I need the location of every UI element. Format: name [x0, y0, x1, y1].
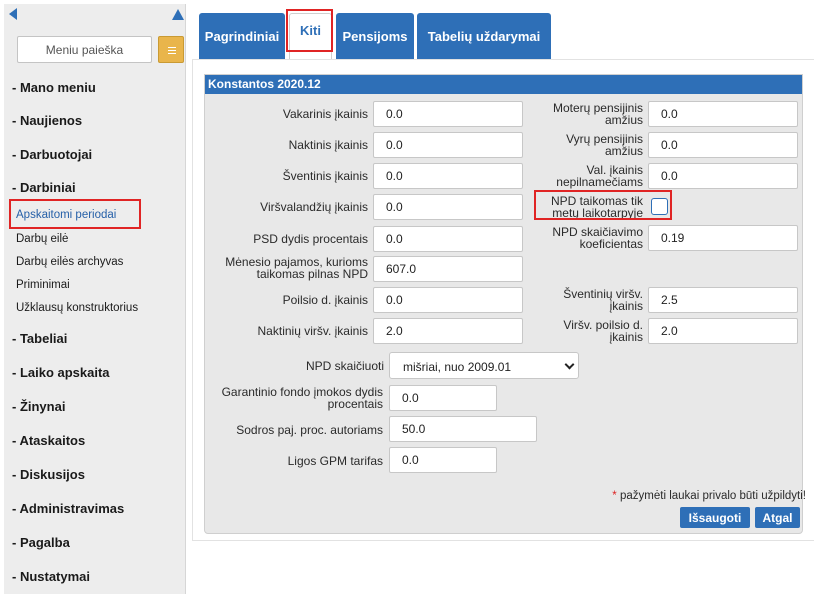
npd-taikomas-checkbox[interactable]: [651, 198, 668, 215]
sidebar-item-priminimai[interactable]: Priminimai: [16, 279, 70, 291]
field-label-vyru-pensijinis: Vyrų pensijinis amžius: [528, 133, 643, 157]
sventiniu-virsv-input[interactable]: [648, 287, 798, 313]
menu-list-button[interactable]: [158, 36, 184, 63]
field-label-npd-taikomas: NPD taikomas tik metų laikotarpyje: [528, 195, 643, 219]
save-button[interactable]: Išsaugoti: [680, 507, 750, 528]
sidebar-item-darbu-eile[interactable]: Darbų eilė: [16, 233, 68, 245]
label-line: amžius: [604, 144, 643, 158]
label-line: procentais: [327, 397, 383, 411]
panel-title: Konstantos 2020.12: [205, 75, 802, 94]
field-label-ligos-gpm: Ligos GPM tarifas: [287, 454, 383, 468]
tab-pensijoms[interactable]: Pensijoms: [336, 13, 414, 59]
field-label-psd: PSD dydis procentais: [253, 232, 368, 246]
sidebar-item-pagalba[interactable]: - Pagalba: [12, 535, 70, 550]
sidebar-nav: - Mano meniu - Naujienos - Darbuotojai -…: [4, 70, 186, 594]
sidebar-item-ataskaitos[interactable]: - Ataskaitos: [12, 433, 85, 448]
sidebar-item-darbuotojai[interactable]: - Darbuotojai: [12, 147, 92, 162]
label-line: metų laikotarpyje: [552, 206, 643, 220]
tab-tabeliu-uzdarymai[interactable]: Tabelių uždarymai: [417, 13, 551, 59]
field-label-val-ikainis: Val. įkainis nepilnamečiams: [528, 164, 643, 188]
field-label-npd-koeficientas: NPD skaičiavimo koeficientas: [528, 226, 643, 250]
ligos-gpm-input[interactable]: [389, 447, 497, 473]
list-icon-bar: [168, 53, 176, 54]
field-label-garantinio-fondo: Garantinio fondo įmokos dydis procentais: [200, 386, 383, 410]
tab-kiti[interactable]: Kiti: [289, 13, 332, 59]
tab-pagrindiniai[interactable]: Pagrindiniai: [199, 13, 285, 59]
required-star: *: [612, 490, 617, 502]
sidebar-header: [4, 4, 186, 70]
field-label-moteru-pensijinis: Moterų pensijinis amžius: [528, 102, 643, 126]
label-line: įkainis: [609, 299, 643, 313]
field-label-npd-skaiciuoti: NPD skaičiuoti: [305, 359, 384, 373]
label-line: koeficientas: [579, 237, 643, 251]
sidebar-item-tabeliai[interactable]: - Tabeliai: [12, 331, 67, 346]
field-label-virsv-poilsio: Viršv. poilsio d. įkainis: [528, 319, 643, 343]
garantinio-fondo-input[interactable]: [389, 385, 497, 411]
sidebar-item-darbu-eiles-archyvas[interactable]: Darbų eilės archyvas: [16, 256, 123, 268]
label-line: taikomas pilnas NPD: [256, 267, 368, 281]
sidebar-item-uzklausu-konstruktorius[interactable]: Užklausų konstruktorius: [16, 302, 138, 314]
collapse-left-icon[interactable]: [9, 8, 17, 20]
sidebar-item-laiko-apskaita[interactable]: - Laiko apskaita: [12, 365, 110, 380]
label-line: amžius: [604, 113, 643, 127]
poilsio-ikainis-input[interactable]: [373, 287, 523, 313]
npd-skaiciuoti-value: mišriai, nuo 2009.01: [403, 360, 512, 374]
menu-search-input[interactable]: [17, 36, 152, 63]
sidebar-item-zinynai[interactable]: - Žinynai: [12, 399, 65, 414]
sidebar-item-administravimas[interactable]: - Administravimas: [12, 501, 124, 516]
field-label-poilsio: Poilsio d. įkainis: [282, 293, 368, 307]
field-label-sodros: Sodros paj. proc. autoriams: [236, 423, 383, 437]
field-label-sventiniu-virsv: Šventinių viršv. įkainis: [528, 288, 643, 312]
list-icon-bar: [168, 50, 176, 51]
field-label-virsvalandziu: Viršvalandžių įkainis: [260, 200, 368, 214]
sidebar: - Mano meniu - Naujienos - Darbuotojai -…: [0, 0, 188, 594]
sidebar-item-darbiniai[interactable]: - Darbiniai: [12, 180, 76, 195]
virsv-poilsio-input[interactable]: [648, 318, 798, 344]
sodros-proc-input[interactable]: [389, 416, 537, 442]
moteru-pensijinis-input[interactable]: [648, 101, 798, 127]
field-label-naktinis: Naktinis įkainis: [288, 138, 368, 152]
naktinis-ikainis-input[interactable]: [373, 132, 523, 158]
required-note-text: pažymėti laukai privalo būti užpildyti!: [619, 490, 806, 502]
npd-skaiciuoti-select[interactable]: mišriai, nuo 2009.01: [389, 352, 579, 379]
back-button[interactable]: Atgal: [755, 507, 800, 528]
collapse-up-icon[interactable]: [172, 9, 184, 20]
virsvalandziu-ikainis-input[interactable]: [373, 194, 523, 220]
chevron-down-icon: [564, 359, 575, 370]
label-line: nepilnamečiams: [556, 175, 643, 189]
list-icon: [168, 47, 176, 48]
required-note: * pažymėti laukai privalo būti užpildyti…: [612, 490, 806, 502]
field-label-vakarinis: Vakarinis įkainis: [282, 107, 368, 121]
npd-koeficientas-input[interactable]: [648, 225, 798, 251]
sidebar-item-diskusijos[interactable]: - Diskusijos: [12, 467, 85, 482]
label-line: įkainis: [609, 330, 643, 344]
sidebar-item-mano-meniu[interactable]: - Mano meniu: [12, 80, 96, 95]
sidebar-item-naujienos[interactable]: - Naujienos: [12, 113, 82, 128]
val-ikainis-input[interactable]: [648, 163, 798, 189]
sventinis-ikainis-input[interactable]: [373, 163, 523, 189]
naktiniu-virsv-input[interactable]: [373, 318, 523, 344]
field-label-sventinis: Šventinis įkainis: [282, 169, 368, 183]
field-label-naktiniu-virsv: Naktinių viršv. įkainis: [257, 324, 368, 338]
psd-dydis-input[interactable]: [373, 226, 523, 252]
menesio-pajamos-input[interactable]: [373, 256, 523, 282]
sidebar-item-apskaitomi-periodai[interactable]: Apskaitomi periodai: [16, 209, 116, 221]
field-label-menesio-pajamos: Mėnesio pajamos, kurioms taikomas pilnas…: [200, 256, 368, 280]
sidebar-item-nustatymai[interactable]: - Nustatymai: [12, 569, 90, 584]
vyru-pensijinis-input[interactable]: [648, 132, 798, 158]
vakarinis-ikainis-input[interactable]: [373, 101, 523, 127]
